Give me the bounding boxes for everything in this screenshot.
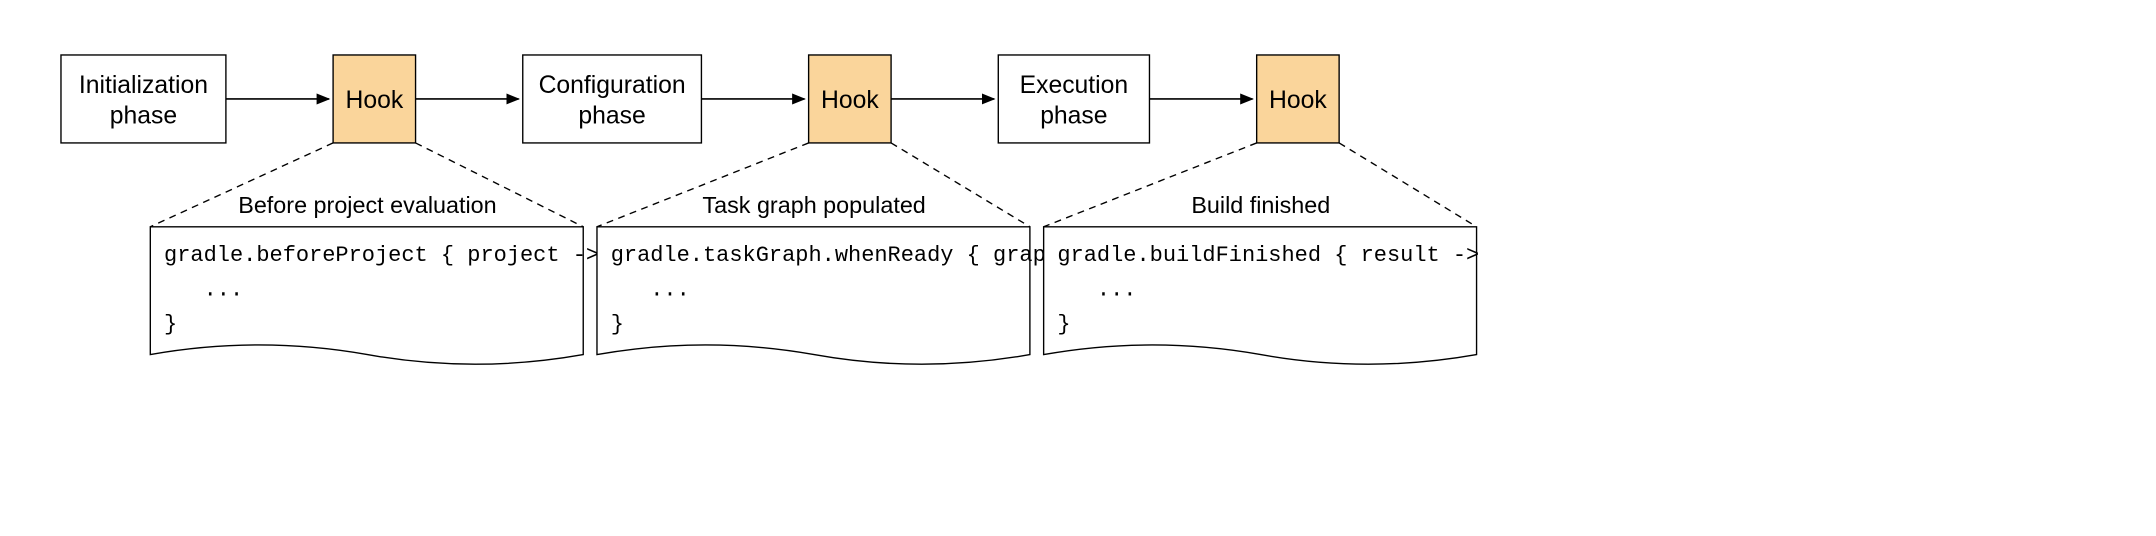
hook-label-2: Hook [821,87,879,114]
phase-configuration: Configuration phase [523,55,702,143]
code-line: ... [611,277,690,302]
phase-execution-label-1: Execution [1020,72,1129,99]
code-line: ... [164,277,243,302]
code-snippet-1: gradle.beforeProject { project -> ... } [150,227,599,364]
hook-box-2: Hook [809,55,891,143]
code-line: gradle.taskGraph.whenReady { graph -> [611,243,1099,268]
code-line: ... [1057,277,1136,302]
dashed-connector [1339,143,1476,227]
phase-configuration-label-1: Configuration [539,72,686,99]
phase-execution-label-2: phase [1040,102,1107,129]
detail-title-1: Before project evaluation [238,192,496,218]
code-line: } [1057,312,1070,337]
phase-configuration-label-2: phase [578,102,645,129]
code-snippet-3: gradle.buildFinished { result -> ... } [1044,227,1480,364]
phase-execution: Execution phase [998,55,1149,143]
hook-label-1: Hook [345,87,403,114]
code-snippet-2: gradle.taskGraph.whenReady { graph -> ..… [597,227,1099,364]
hook-box-3: Hook [1257,55,1339,143]
phase-initialization-label-1: Initialization [79,72,208,99]
code-line: } [611,312,624,337]
code-line: gradle.beforeProject { project -> [164,243,599,268]
detail-title-3: Build finished [1191,192,1330,218]
hook-box-1: Hook [333,55,415,143]
phase-initialization: Initialization phase [61,55,226,143]
lifecycle-diagram: Initialization phase Hook Configuration … [0,0,2156,536]
code-line: } [164,312,177,337]
hook-label-3: Hook [1269,87,1327,114]
code-line: gradle.buildFinished { result -> [1057,243,1479,268]
phase-initialization-label-2: phase [110,102,177,129]
detail-title-2: Task graph populated [702,192,925,218]
